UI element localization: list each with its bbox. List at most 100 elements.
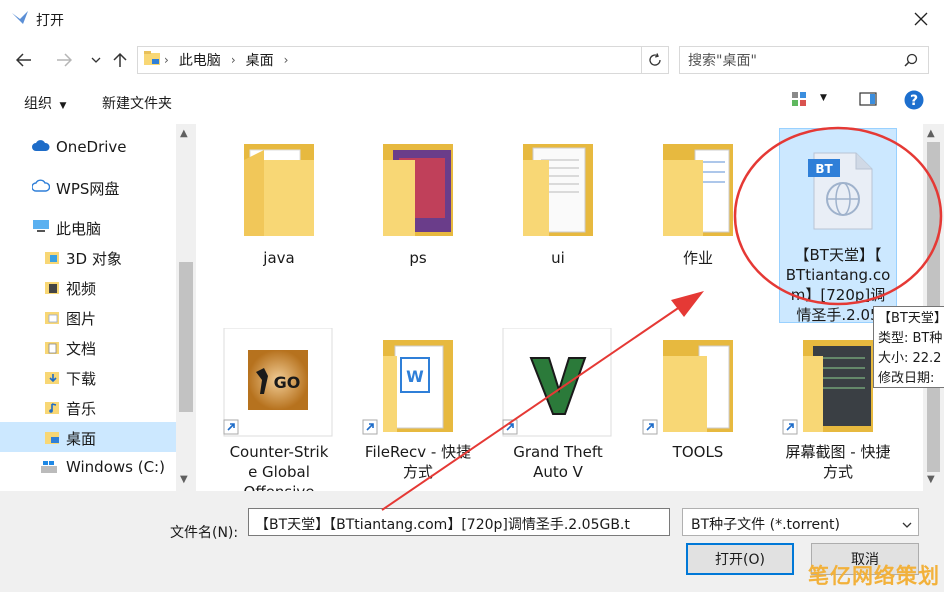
help-icon[interactable]: ? (904, 90, 924, 114)
sidebar-item-music[interactable]: 音乐 (0, 392, 176, 422)
recent-dropdown-icon[interactable] (84, 48, 108, 72)
file-type-value: BT种子文件 (*.torrent) (691, 517, 840, 533)
file-name-line: TOOLS (672, 443, 724, 461)
folder-shortcut-icon (639, 328, 757, 438)
file-item-tools-shortcut[interactable]: TOOLS (639, 328, 757, 462)
file-name: ps (409, 249, 427, 267)
computer-icon (32, 219, 49, 235)
scroll-up-icon[interactable]: ▲ (180, 128, 188, 139)
sidebar-item-label: Windows (C:) (66, 458, 165, 476)
sidebar-item-label: 音乐 (66, 400, 97, 418)
torrent-file-icon: BT (780, 129, 898, 239)
back-arrow-icon[interactable] (12, 48, 36, 72)
breadcrumb-separator-icon: › (283, 53, 289, 67)
svg-text:W: W (406, 367, 424, 386)
file-list: java ps ui 作业 BT 【BT天堂】【 BTtiantang.co m… (196, 124, 923, 491)
3d-objects-icon (44, 249, 60, 265)
sidebar-scrollbar[interactable]: ▲ ▼ (176, 124, 196, 491)
file-item-filerecv-shortcut[interactable]: W FileRecv - 快捷 方式 (359, 328, 477, 482)
scrollbar-thumb[interactable] (179, 262, 193, 412)
chevron-down-icon: ▼ (59, 101, 67, 111)
folder-paper-icon (499, 132, 617, 242)
gta-v-shortcut-icon (499, 327, 617, 438)
file-name: 作业 (682, 249, 713, 267)
file-name-line: Counter-Strik (229, 443, 329, 461)
file-item-bt-torrent[interactable]: BT 【BT天堂】【 BTtiantang.co m】[720p]调 情圣手.2… (779, 128, 898, 324)
downloads-folder-icon (44, 369, 60, 385)
sidebar-item-label: 视频 (66, 280, 97, 298)
file-name-line: Offensive (220, 482, 338, 491)
site-watermark: 笔亿网络策划 (808, 564, 940, 588)
address-bar[interactable]: › 此电脑 › 桌面 › (137, 46, 669, 74)
sidebar-item-label: OneDrive (56, 138, 127, 156)
video-folder-icon (44, 279, 60, 295)
file-name: java (263, 249, 295, 267)
file-item-ps[interactable]: ps (359, 132, 477, 268)
file-name: TOOLS (639, 442, 757, 462)
sidebar-item-label: 图片 (66, 310, 97, 328)
sidebar-item-3d-objects[interactable]: 3D 对象 (0, 242, 176, 272)
breadcrumb-desktop[interactable]: 桌面 (246, 50, 274, 70)
file-item-java[interactable]: java (220, 132, 338, 268)
desktop-folder-icon (44, 429, 60, 445)
file-item-gta-shortcut[interactable]: Grand Theft Auto V (499, 327, 617, 482)
file-name-line: 方式 (402, 463, 433, 481)
sidebar-item-windows-c[interactable]: Windows (C:) (0, 452, 176, 482)
navigation-pane: OneDrive WPS网盘 此电脑 3D 对象 视频 图片 文档 下载 音乐 … (0, 124, 176, 491)
new-folder-button[interactable]: 新建文件夹 (102, 93, 172, 113)
up-arrow-icon[interactable] (108, 48, 132, 72)
sidebar-item-documents[interactable]: 文档 (0, 332, 176, 362)
file-name-line: BTtiantang.co (785, 266, 891, 284)
sidebar-item-videos[interactable]: 视频 (0, 272, 176, 302)
scroll-up-icon[interactable]: ▲ (927, 128, 935, 139)
cloud-icon (32, 139, 50, 155)
search-placeholder: 搜索"桌面" (688, 53, 757, 69)
window-title: 打开 (36, 13, 64, 29)
sidebar-item-this-pc[interactable]: 此电脑 (0, 212, 176, 242)
search-input[interactable]: 搜索"桌面" (679, 46, 929, 74)
sidebar-item-pictures[interactable]: 图片 (0, 302, 176, 332)
sidebar-item-desktop[interactable]: 桌面 (0, 422, 176, 452)
sidebar-item-wps-drive[interactable]: WPS网盘 (0, 172, 176, 202)
chevron-down-icon (902, 516, 912, 532)
view-options-icon[interactable] (791, 91, 809, 111)
sidebar-item-label: 3D 对象 (66, 250, 122, 268)
svg-text:BT: BT (815, 162, 833, 176)
folder-photos-icon (359, 132, 477, 242)
pictures-folder-icon (44, 309, 60, 325)
organize-menu[interactable]: 组织 ▼ (24, 93, 66, 113)
file-name: Grand Theft Auto V (499, 442, 617, 482)
filename-label: 文件名(N): (170, 525, 239, 541)
close-icon[interactable] (898, 0, 944, 38)
preview-pane-icon[interactable] (859, 91, 877, 111)
file-name: FileRecv - 快捷 方式 (359, 442, 477, 482)
svg-text:?: ? (910, 93, 918, 109)
file-item-csgo-shortcut[interactable]: GO Counter-Strik e Global Offensive (220, 327, 338, 491)
breadcrumb-this-pc[interactable]: 此电脑 (179, 50, 221, 70)
scroll-down-icon[interactable]: ▼ (927, 474, 935, 485)
refresh-icon[interactable] (641, 47, 668, 73)
file-name: ui (551, 249, 565, 267)
command-bar: 组织 ▼ 新建文件夹 ▼ ? (0, 84, 944, 120)
tooltip-line: 类型: BT种 (878, 331, 943, 346)
file-type-select[interactable]: BT种子文件 (*.torrent) (682, 508, 919, 536)
file-item-ui[interactable]: ui (499, 132, 617, 268)
sidebar-item-label: 此电脑 (56, 220, 102, 238)
scroll-down-icon[interactable]: ▼ (180, 474, 188, 485)
sidebar-item-onedrive[interactable]: OneDrive (0, 132, 176, 162)
file-name-line: 屏幕截图 - 快捷 (785, 443, 891, 461)
forward-arrow-icon[interactable] (52, 48, 76, 72)
sidebar-item-downloads[interactable]: 下载 (0, 362, 176, 392)
open-button[interactable]: 打开(O) (686, 543, 794, 575)
tooltip-line: 修改日期: (878, 371, 935, 386)
title-bar: 打开 (0, 0, 944, 38)
app-bird-icon (11, 10, 29, 30)
breadcrumb-separator-icon: › (164, 53, 169, 67)
sidebar-item-label: 桌面 (66, 430, 97, 448)
file-name: Counter-Strik e Global Offensive (220, 442, 338, 491)
file-name-line: e Global (248, 463, 310, 481)
view-dropdown-icon[interactable]: ▼ (820, 93, 827, 103)
file-item-homework[interactable]: 作业 (639, 132, 757, 268)
search-icon[interactable] (904, 53, 918, 71)
filename-input[interactable]: 【BT天堂】【BTtiantang.com】[720p]调情圣手.2.05GB.… (248, 508, 670, 536)
